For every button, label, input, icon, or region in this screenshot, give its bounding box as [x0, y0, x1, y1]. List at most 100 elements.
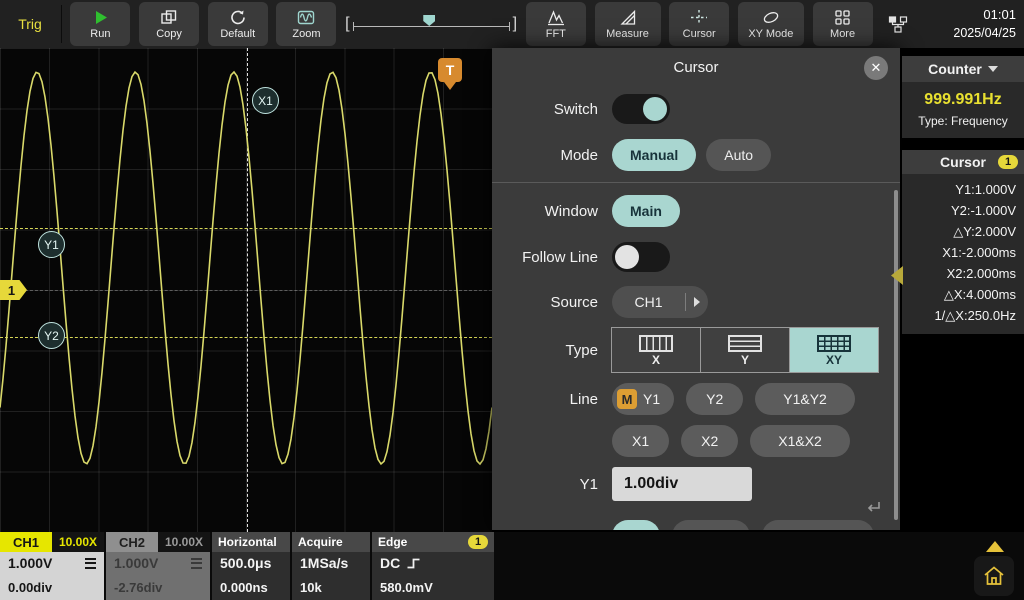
reset-arrow-icon — [229, 9, 247, 26]
type-x-button[interactable]: X — [611, 327, 701, 373]
line-y2-button[interactable]: Y2 — [686, 383, 743, 415]
timebase-value: 500.0μs — [220, 556, 282, 570]
oscilloscope-screen: Trig Run Copy Default — [0, 0, 1024, 600]
switch-row: Switch — [506, 92, 880, 126]
clipped-option-pill[interactable] — [762, 520, 874, 530]
toggle-knob — [643, 97, 667, 121]
line-y1-label: Y1 — [643, 391, 660, 407]
counter-header[interactable]: Counter — [902, 56, 1024, 82]
bottom-status-bar: CH1 10.00X 1.000V 0.00div CH2 10.00X 1.0… — [0, 532, 1024, 600]
ch2-scale: 1.000V — [114, 556, 158, 570]
trigger-position-pointer — [444, 82, 456, 96]
ch2-name: CH2 — [106, 532, 158, 552]
delay-value: 0.000ns — [220, 581, 282, 594]
measure-label: Measure — [606, 29, 649, 40]
run-label: Run — [90, 29, 110, 40]
cursor-button[interactable]: Cursor — [669, 2, 729, 46]
clipped-option-pill[interactable] — [612, 520, 660, 530]
follow-line-toggle[interactable] — [612, 242, 670, 272]
bracket-left: [ — [345, 16, 349, 32]
cursor-value-y1: Y1:1.000V — [910, 179, 1016, 200]
source-select[interactable]: CH1 — [612, 286, 708, 318]
type-label: Type — [506, 342, 598, 359]
trigger-position-marker[interactable]: T — [438, 58, 462, 82]
bottombar-spacer — [496, 532, 1024, 600]
follow-line-label: Follow Line — [506, 249, 598, 266]
sample-rate-value: 1MSa/s — [300, 556, 362, 570]
xy-mode-button[interactable]: XY Mode — [738, 2, 804, 46]
type-xy-icon — [817, 335, 851, 352]
ch2-coupling-icon — [191, 558, 202, 569]
acquire-status-block[interactable]: Acquire 1MSa/s 10k — [292, 532, 370, 600]
trigger-status-label[interactable]: Trig — [8, 16, 52, 32]
run-button[interactable]: Run — [70, 2, 130, 46]
home-button[interactable] — [974, 556, 1014, 596]
horizontal-position-indicator[interactable]: [ ] — [345, 2, 517, 46]
window-main-button[interactable]: Main — [612, 195, 680, 227]
line-y1y2-button[interactable]: Y1&Y2 — [755, 383, 855, 415]
clipped-option-pill[interactable] — [672, 520, 750, 530]
right-sidebar: Counter 999.991Hz Type: Frequency Cursor… — [902, 48, 1024, 532]
ch1-scale: 1.000V — [8, 556, 52, 570]
follow-line-row: Follow Line — [506, 240, 880, 274]
cursor-readout-title: Cursor — [940, 154, 986, 170]
type-xy-label: XY — [826, 354, 842, 366]
cursor-y2-badge[interactable]: Y2 — [38, 322, 65, 349]
chevron-down-icon — [988, 66, 998, 72]
mode-manual-button[interactable]: Manual — [612, 139, 696, 171]
source-value: CH1 — [612, 294, 685, 310]
counter-title: Counter — [928, 61, 982, 77]
top-toolbar: Trig Run Copy Default — [0, 0, 1024, 48]
y1-value-input[interactable]: 1.00div — [612, 467, 752, 501]
waveform-display[interactable]: X1 Y1 Y2 T 1 — [0, 48, 492, 532]
type-y-button[interactable]: Y — [700, 327, 790, 373]
copy-label: Copy — [156, 29, 182, 40]
type-row: Type X Y XY — [506, 327, 880, 373]
cursor-y1-badge[interactable]: Y1 — [38, 231, 65, 258]
ch2-status-block[interactable]: CH2 10.00X 1.000V -2.76div — [106, 532, 210, 600]
time-label: 01:01 — [924, 6, 1016, 25]
trigger-position-pointer-icon[interactable] — [423, 15, 435, 26]
measure-button[interactable]: Measure — [595, 2, 661, 46]
cursor-dialog: Cursor ✕ Switch Mode Manual Auto Window … — [492, 48, 900, 530]
fft-spectrum-icon — [547, 9, 565, 26]
toggle-knob — [615, 245, 639, 269]
cursor-value-dx: △X:4.000ms — [910, 284, 1016, 305]
trigger-status-block[interactable]: Edge 1 DC 580.0mV — [372, 532, 494, 600]
zoom-button[interactable]: Zoom — [276, 2, 336, 46]
cursor-count-badge: 1 — [998, 155, 1018, 169]
ch1-status-block[interactable]: CH1 10.00X 1.000V 0.00div — [0, 532, 104, 600]
clock: 01:01 2025/04/25 — [924, 6, 1016, 43]
cursor-x1-badge[interactable]: X1 — [252, 87, 279, 114]
more-grid-icon — [834, 9, 851, 26]
manual-marker-badge: M — [617, 389, 637, 409]
cursor-readout-header[interactable]: Cursor 1 — [902, 150, 1024, 174]
more-button[interactable]: More — [813, 2, 873, 46]
line-x2-button[interactable]: X2 — [681, 425, 738, 457]
line-y1-button[interactable]: M Y1 — [612, 383, 674, 415]
return-icon[interactable] — [864, 498, 884, 518]
position-track[interactable] — [353, 2, 510, 46]
ch1-coupling-icon — [85, 558, 96, 569]
default-button[interactable]: Default — [208, 2, 268, 46]
expand-up-icon[interactable] — [986, 541, 1004, 552]
trigger-level-value: 580.0mV — [380, 581, 486, 594]
zoom-wave-icon — [297, 9, 315, 26]
cursor-switch-toggle[interactable] — [612, 94, 670, 124]
zoom-label: Zoom — [292, 29, 320, 40]
line-x1x2-button[interactable]: X1&X2 — [750, 425, 850, 457]
expand-arrow-icon — [686, 297, 708, 307]
rising-edge-icon — [406, 557, 421, 570]
type-xy-button[interactable]: XY — [789, 327, 879, 373]
dialog-scrollbar[interactable] — [894, 190, 898, 520]
horizontal-status-block[interactable]: Horizontal 500.0μs 0.000ns — [212, 532, 290, 600]
network-icon[interactable] — [881, 2, 915, 46]
copy-button[interactable]: Copy — [139, 2, 199, 46]
position-line — [353, 26, 510, 27]
fft-label: FFT — [546, 29, 566, 40]
close-icon[interactable]: ✕ — [864, 56, 888, 80]
line-x1-button[interactable]: X1 — [612, 425, 669, 457]
mode-auto-button[interactable]: Auto — [706, 139, 771, 171]
fft-button[interactable]: FFT — [526, 2, 586, 46]
acquire-title: Acquire — [292, 532, 370, 552]
